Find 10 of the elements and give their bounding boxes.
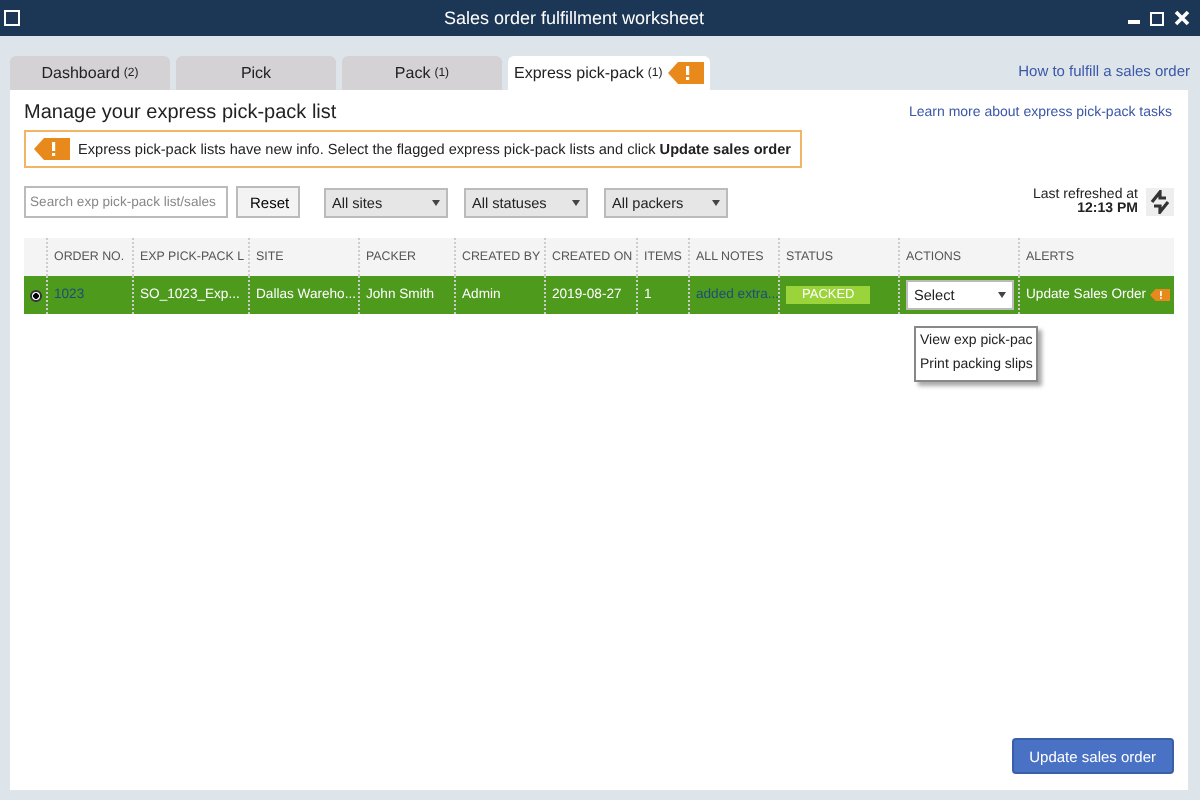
maximize-icon[interactable] [1150, 11, 1164, 25]
close-icon[interactable] [1174, 10, 1190, 26]
alert-flag-icon [668, 62, 705, 84]
tab[interactable]: Pick [176, 56, 336, 90]
alert-flag-icon [34, 138, 70, 160]
refresh-icon[interactable] [1146, 188, 1174, 216]
page-heading: Manage your express pick-pack list [24, 102, 337, 124]
window-title: Sales order fulfillment worksheet [441, 8, 707, 28]
window-menu-icon[interactable] [4, 10, 20, 26]
radio-button[interactable] [30, 289, 42, 301]
